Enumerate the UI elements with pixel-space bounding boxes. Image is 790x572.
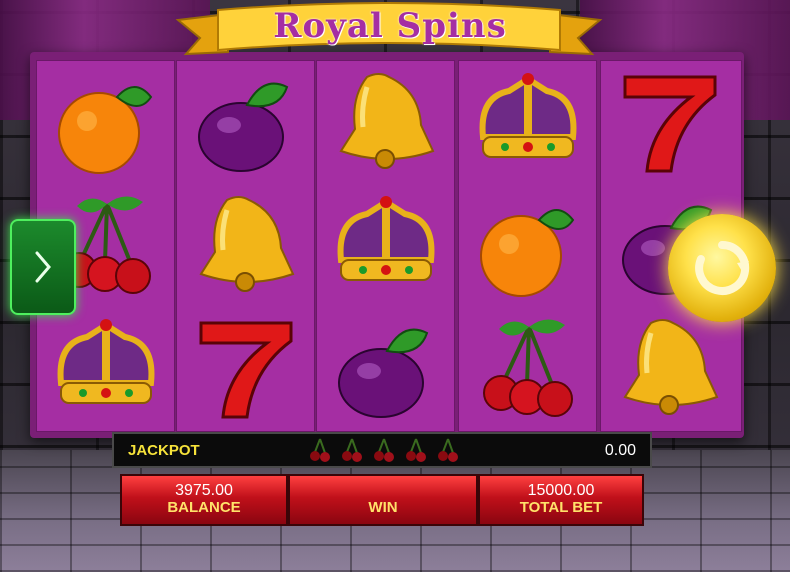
bell-symbol <box>317 61 454 184</box>
balance-label: BALANCE <box>167 499 241 516</box>
spin-arrow-icon <box>695 240 750 295</box>
crown-symbol <box>317 184 454 307</box>
cherries-symbol <box>459 307 596 430</box>
orange-symbol <box>37 61 174 184</box>
plum-symbol <box>177 61 314 184</box>
win-label: WIN <box>368 499 398 516</box>
crown-symbol <box>459 61 596 184</box>
seven-symbol <box>601 61 738 184</box>
menu-button[interactable] <box>10 219 76 315</box>
crown-symbol <box>37 307 174 430</box>
total-bet-panel[interactable]: 15000.00 TOTAL BET <box>478 474 644 526</box>
jackpot-label: JACKPOT <box>128 442 200 459</box>
cherry-icon <box>310 438 330 462</box>
cherry-icon <box>438 438 458 462</box>
reel-4 <box>458 60 597 432</box>
balance-value: 3975.00 <box>175 482 233 499</box>
plum-symbol <box>317 307 454 430</box>
total-bet-value: 15000.00 <box>527 482 595 499</box>
win-panel: WIN <box>288 474 478 526</box>
reel-2 <box>176 60 315 432</box>
jackpot-cherries <box>306 436 462 464</box>
bell-symbol <box>601 307 738 430</box>
bell-symbol <box>177 184 314 307</box>
cherry-icon <box>342 438 362 462</box>
seven-symbol <box>177 307 314 430</box>
jackpot-value: 0.00 <box>604 442 636 459</box>
cherry-icon <box>406 438 426 462</box>
game-title: Royal Spins <box>273 6 507 46</box>
orange-symbol <box>459 184 596 307</box>
spin-button[interactable] <box>668 214 776 322</box>
chevron-right-icon <box>35 251 51 283</box>
reel-3 <box>316 60 455 432</box>
jackpot-bar: JACKPOT 0.00 <box>112 432 652 468</box>
cherry-icon <box>374 438 394 462</box>
total-bet-label: TOTAL BET <box>519 499 603 516</box>
balance-panel: 3975.00 BALANCE <box>120 474 288 526</box>
